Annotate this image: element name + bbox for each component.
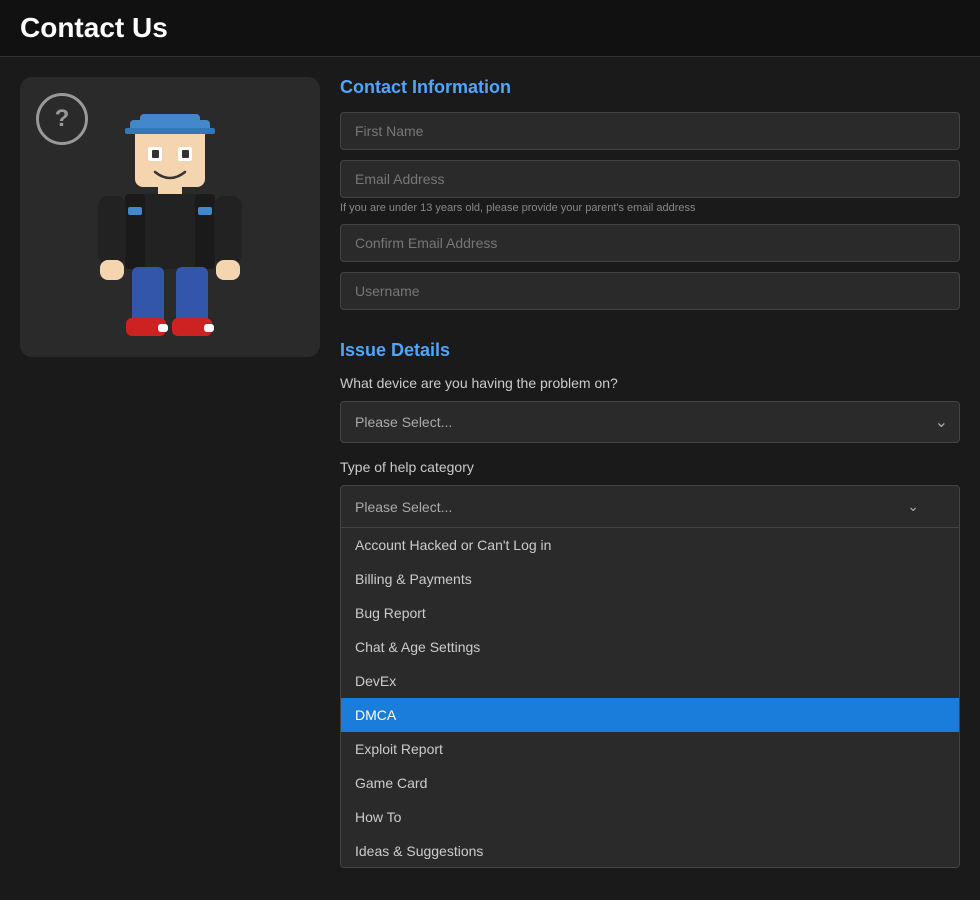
dropdown-item[interactable]: Billing & Payments: [341, 562, 959, 596]
dropdown-item[interactable]: Bug Report: [341, 596, 959, 630]
dropdown-item[interactable]: DevEx: [341, 664, 959, 698]
issue-details-title: Issue Details: [340, 340, 960, 361]
device-select-wrapper[interactable]: Please Select... ⌄: [340, 401, 960, 443]
type-of-help-label: Type of help category: [340, 459, 960, 475]
dropdown-item[interactable]: How To: [341, 800, 959, 834]
issue-details-section: Issue Details What device are you having…: [340, 340, 960, 868]
form-panel: Contact Information If you are under 13 …: [340, 77, 960, 868]
avatar-panel: ?: [20, 77, 320, 357]
dropdown-item[interactable]: Account Hacked or Can't Log in: [341, 528, 959, 562]
email-hint: If you are under 13 years old, please pr…: [340, 202, 960, 214]
dropdown-item[interactable]: Chat & Age Settings: [341, 630, 959, 664]
dropdown-list: Account Hacked or Can't Log inBilling & …: [340, 528, 960, 868]
dropdown-item[interactable]: DMCA: [341, 698, 959, 732]
confirm-email-input[interactable]: [340, 224, 960, 262]
contact-info-title: Contact Information: [340, 77, 960, 98]
username-input[interactable]: [340, 272, 960, 310]
help-category-dropdown[interactable]: Please Select... ⌄ Account Hacked or Can…: [340, 485, 960, 868]
dropdown-item[interactable]: Ideas & Suggestions: [341, 834, 959, 868]
dropdown-selected-display[interactable]: Please Select... ⌄: [340, 485, 960, 528]
avatar: [90, 112, 250, 342]
dropdown-item[interactable]: Exploit Report: [341, 732, 959, 766]
page-title: Contact Us: [0, 0, 980, 57]
dropdown-item[interactable]: Game Card: [341, 766, 959, 800]
device-select[interactable]: Please Select...: [340, 401, 960, 443]
dropdown-selected-text: Please Select...: [355, 499, 452, 515]
first-name-input[interactable]: [340, 112, 960, 150]
email-input[interactable]: [340, 160, 960, 198]
device-question-label: What device are you having the problem o…: [340, 375, 960, 391]
question-mark-icon: ?: [36, 93, 88, 145]
dropdown-chevron-icon: ⌄: [907, 498, 919, 515]
